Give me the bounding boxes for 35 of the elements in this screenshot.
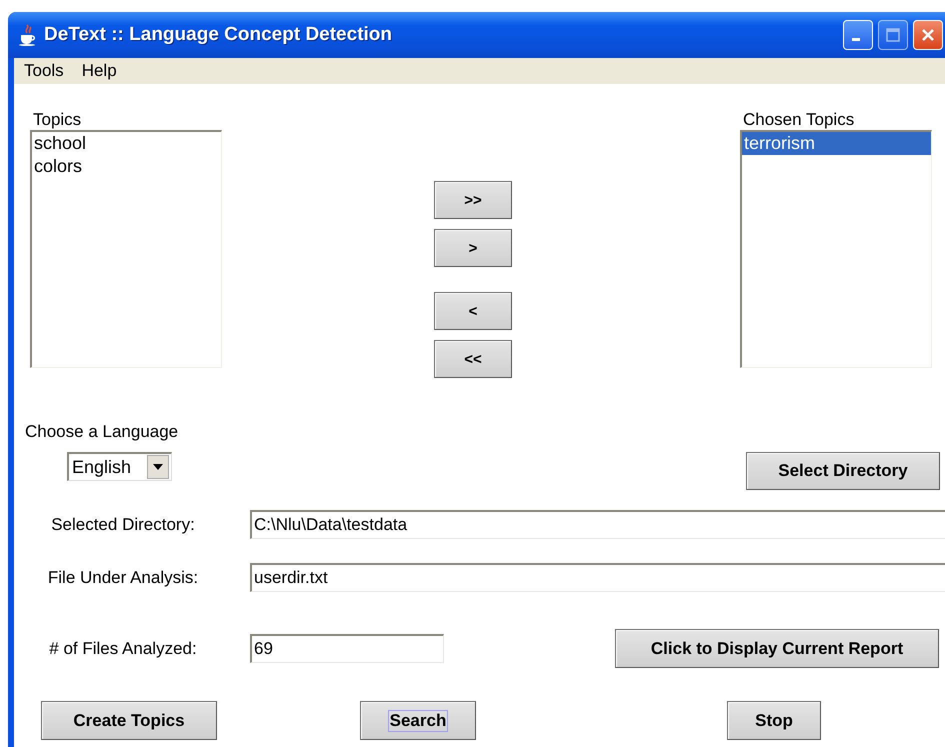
- cup-icon: [18, 24, 38, 46]
- field-label: # of Files Analyzed:: [48, 638, 198, 658]
- text-field[interactable]: C:\Nlu\Data\testdata: [250, 510, 945, 539]
- action-button[interactable]: Stop: [727, 701, 821, 740]
- close-button[interactable]: [913, 20, 943, 50]
- caret-icon: [153, 464, 163, 470]
- select-directory-button[interactable]: Select Directory: [746, 452, 940, 490]
- close-icon: [920, 27, 936, 43]
- window-title: DeText :: Language Concept Detection: [44, 24, 392, 46]
- list-item[interactable]: terrorism: [742, 132, 931, 155]
- move-button[interactable]: >: [434, 229, 512, 267]
- field-label: File Under Analysis:: [46, 568, 200, 588]
- list-box[interactable]: school colors: [30, 130, 222, 368]
- move-button[interactable]: <<: [434, 340, 512, 378]
- language-dropdown[interactable]: English: [67, 452, 172, 481]
- minimize-button[interactable]: [843, 20, 873, 50]
- move-button[interactable]: >>: [434, 181, 512, 219]
- list-label: Chosen Topics: [743, 110, 856, 130]
- menu-item[interactable]: Help: [82, 61, 117, 81]
- move-button[interactable]: <: [434, 292, 512, 330]
- list-item[interactable]: school: [32, 132, 221, 155]
- action-button[interactable]: Search: [360, 701, 476, 740]
- list-item[interactable]: colors: [32, 155, 221, 178]
- language-label: Choose a Language: [25, 422, 178, 442]
- display-report-button[interactable]: Click to Display Current Report: [615, 629, 939, 668]
- text-field[interactable]: userdir.txt: [250, 563, 945, 592]
- list-box[interactable]: terrorism: [740, 130, 932, 368]
- menu-item[interactable]: Tools: [24, 61, 64, 81]
- text-field[interactable]: 69: [250, 634, 444, 663]
- action-button[interactable]: Create Topics: [41, 701, 217, 740]
- minimize-icon: [852, 38, 860, 41]
- field-label: Selected Directory:: [50, 514, 196, 534]
- list-label: Topics: [33, 110, 82, 130]
- maximize-icon: [885, 27, 901, 43]
- maximize-button[interactable]: [878, 20, 908, 50]
